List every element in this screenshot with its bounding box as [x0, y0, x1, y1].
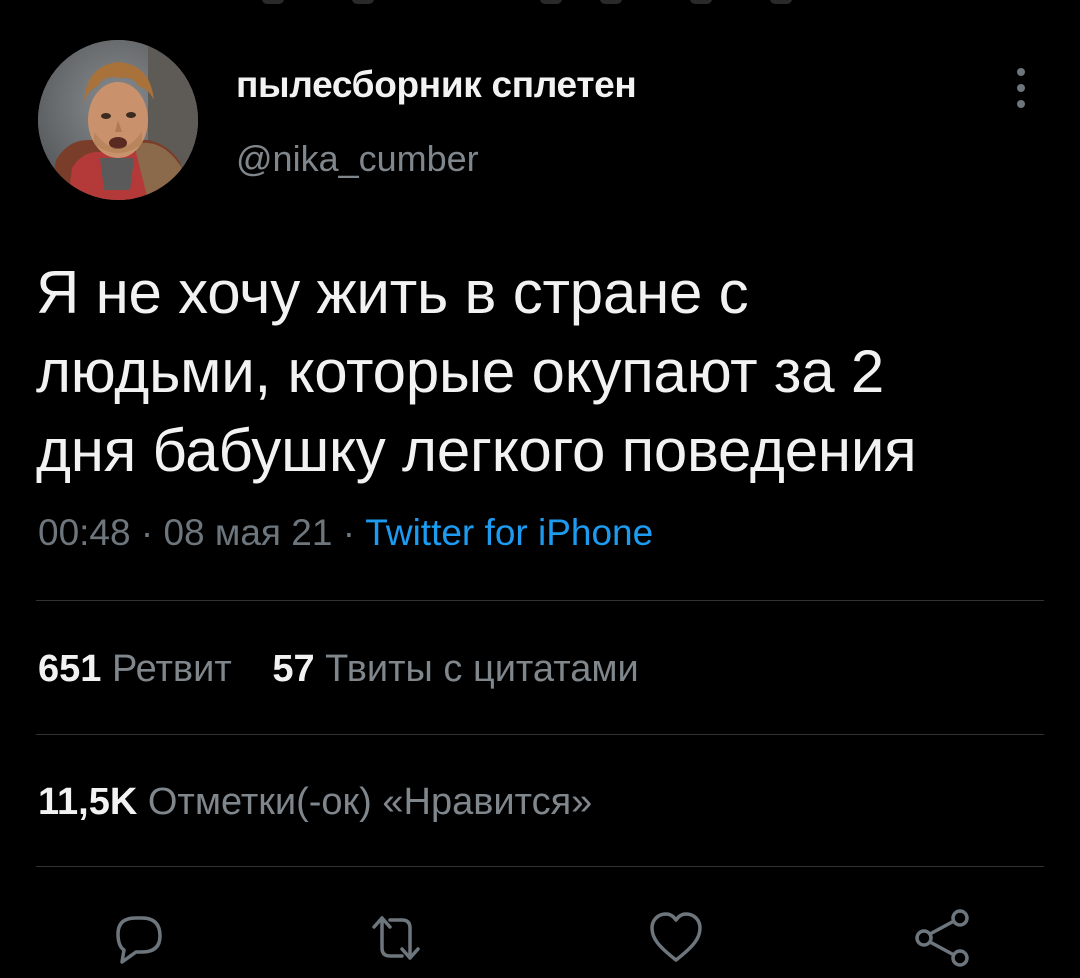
share-icon[interactable] [910, 906, 974, 970]
more-vertical-icon[interactable] [1006, 64, 1036, 112]
tweet-text-line: дня бабушку легкого поведения [36, 417, 917, 484]
retweets-stat[interactable]: 651 Ретвит [38, 648, 242, 690]
likes-stat[interactable]: 11,5K Отметки(-ок) «Нравится» [38, 781, 592, 823]
tweet-text: Я не хочу жить в стране с людьми, которы… [36, 253, 1046, 490]
retweets-label: Ретвит [111, 648, 232, 690]
heart-icon[interactable] [644, 906, 708, 970]
divider [36, 866, 1044, 867]
likes-label: Отметки(-ок) «Нравится» [147, 781, 593, 823]
previous-content-edge [0, 0, 1080, 8]
stats-retweets-row: 651 Ретвит 57 Твиты с цитатами [38, 648, 639, 691]
tweet-meta: 00:48 · 08 мая 21 · Twitter for iPhone [38, 512, 653, 554]
divider [36, 734, 1044, 735]
author-name[interactable]: пылесборник сплетен [236, 64, 637, 106]
quotes-count: 57 [272, 648, 315, 690]
retweets-count: 651 [38, 648, 102, 690]
meta-separator: · [140, 512, 154, 553]
quotes-stat[interactable]: 57 Твиты с цитатами [272, 648, 638, 690]
quotes-label: Твиты с цитатами [325, 648, 639, 690]
divider [36, 600, 1044, 601]
likes-count: 11,5K [38, 781, 138, 823]
meta-separator: · [342, 512, 356, 553]
tweet-text-line: Я не хочу жить в стране с [36, 259, 749, 326]
retweet-icon[interactable] [364, 906, 428, 970]
reply-icon[interactable] [106, 906, 170, 970]
tweet-time: 00:48 [38, 512, 131, 553]
author-avatar[interactable] [38, 40, 198, 200]
tweet-date: 08 мая 21 [163, 512, 333, 553]
avatar-photo [38, 40, 198, 200]
tweet-source-link[interactable]: Twitter for iPhone [365, 512, 653, 553]
stats-likes-row: 11,5K Отметки(-ок) «Нравится» [38, 781, 592, 824]
author-handle[interactable]: @nika_cumber [236, 138, 479, 180]
tweet-text-line: людьми, которые окупают за 2 [36, 338, 885, 405]
